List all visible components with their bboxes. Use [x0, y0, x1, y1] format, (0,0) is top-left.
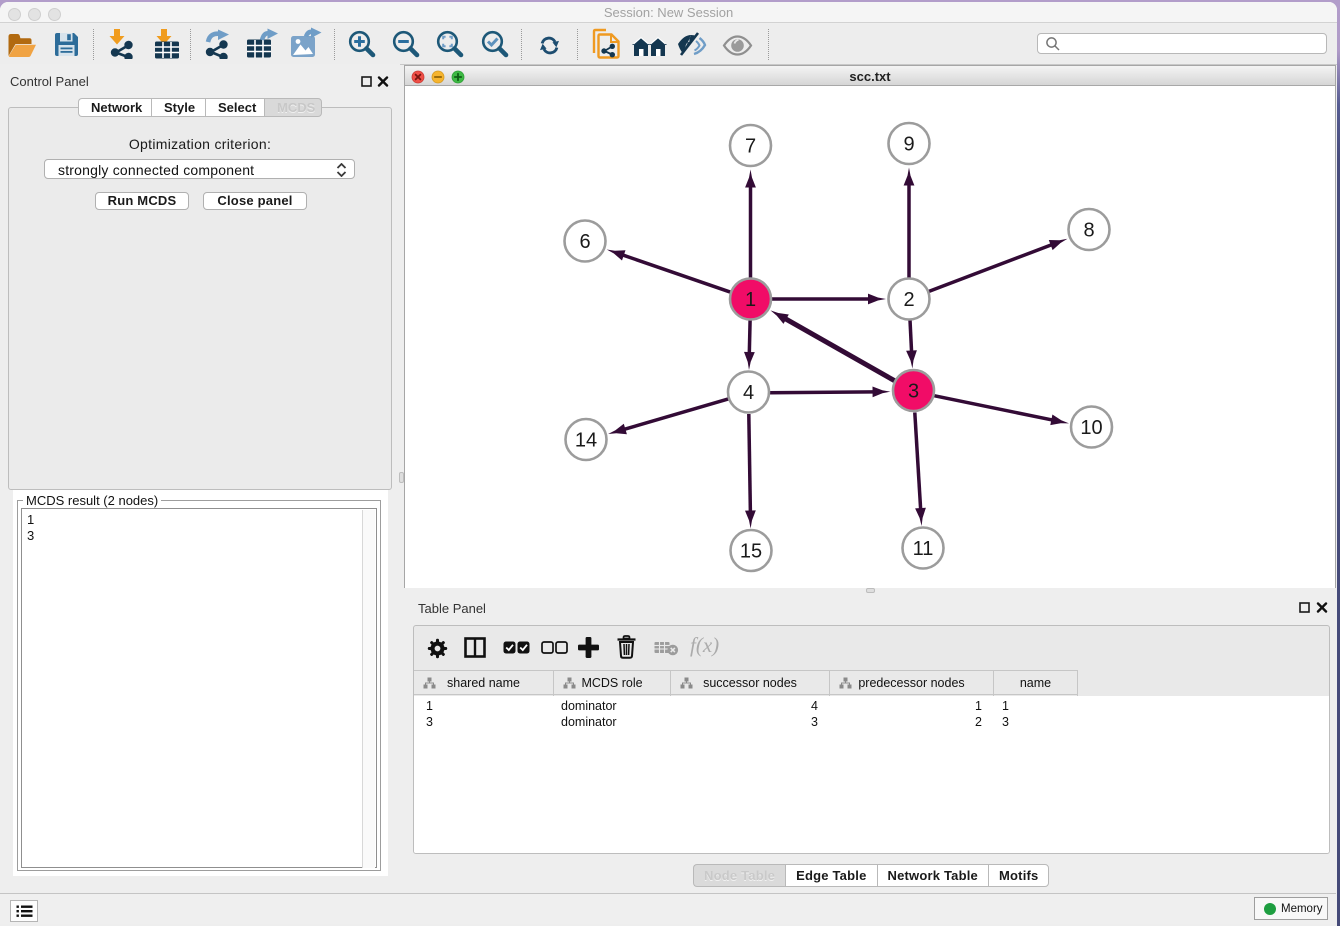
svg-text:7: 7 — [745, 136, 756, 158]
svg-text:9: 9 — [903, 134, 914, 156]
svg-text:2: 2 — [903, 289, 914, 311]
svg-text:8: 8 — [1083, 220, 1094, 242]
svg-text:14: 14 — [575, 430, 597, 452]
svg-text:10: 10 — [1080, 417, 1102, 439]
svg-text:4: 4 — [743, 382, 754, 404]
svg-text:11: 11 — [913, 538, 934, 560]
svg-text:3: 3 — [908, 381, 919, 403]
svg-text:1: 1 — [745, 289, 756, 311]
svg-text:15: 15 — [740, 541, 762, 563]
svg-text:6: 6 — [579, 231, 590, 253]
